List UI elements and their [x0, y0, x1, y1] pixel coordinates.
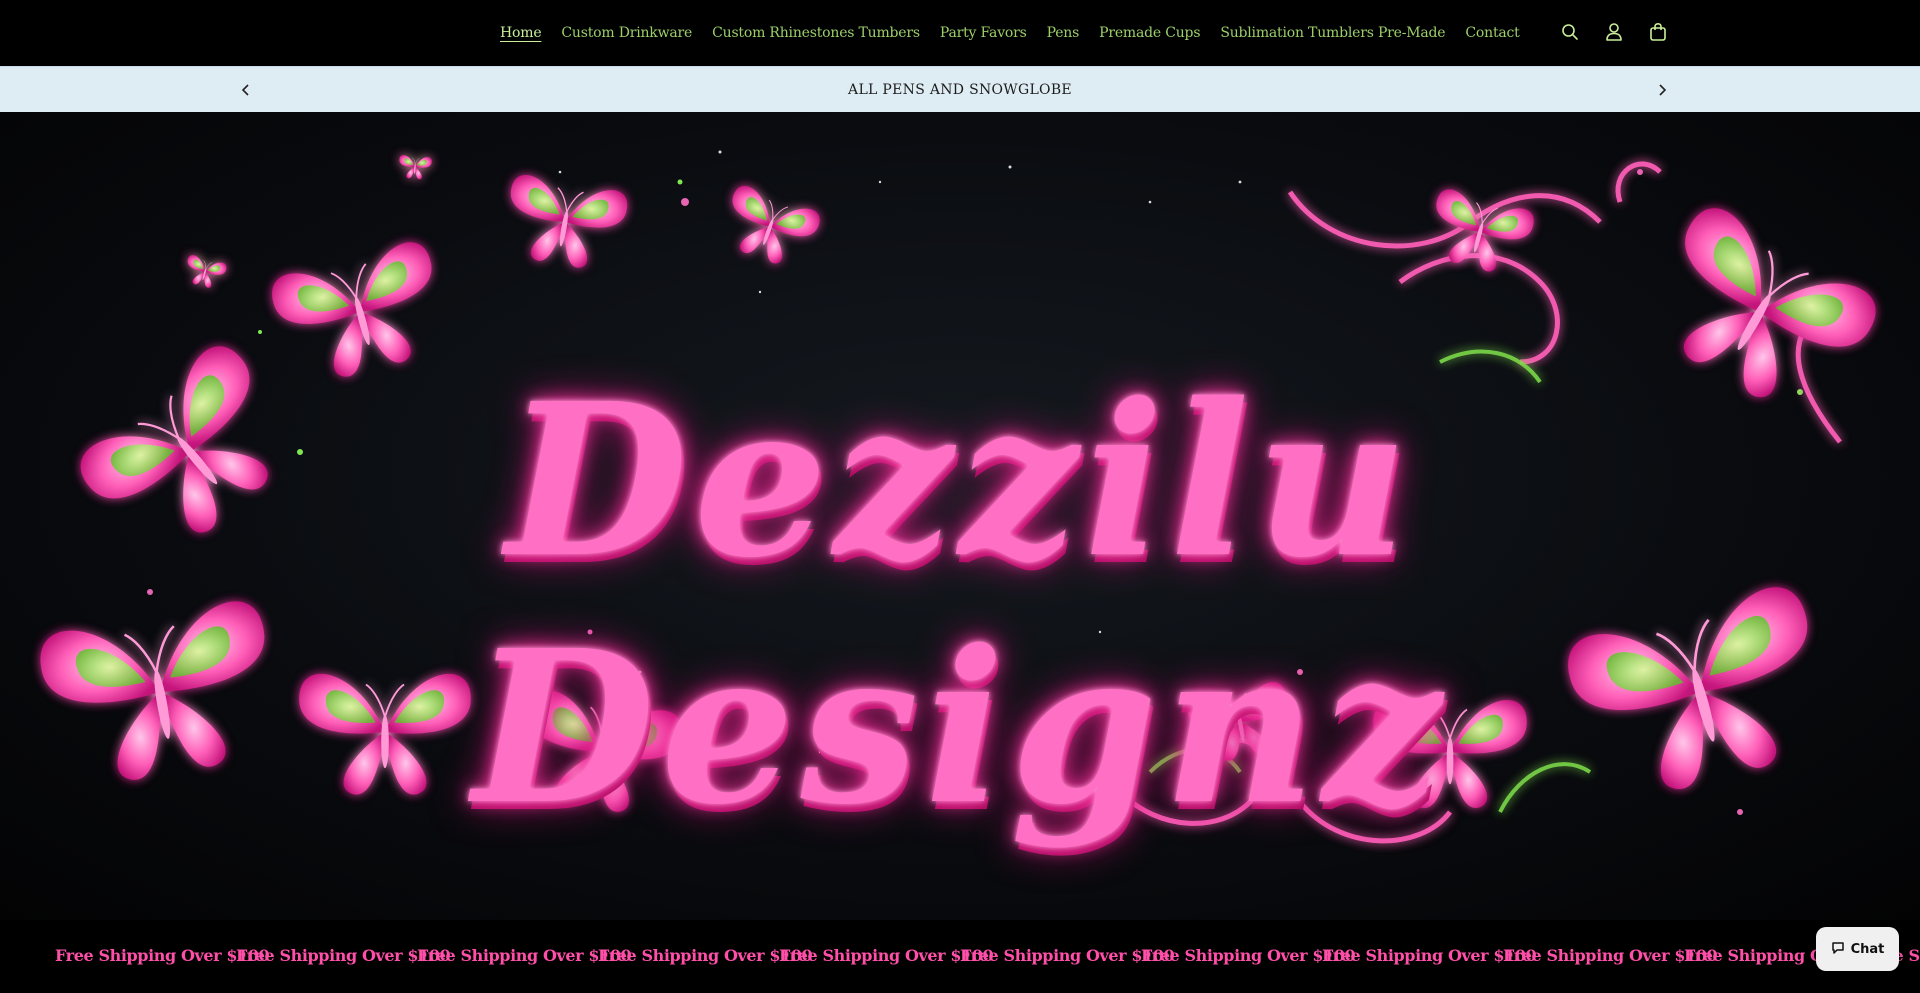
hero-banner: Dezzilu Designz: [0, 112, 1920, 920]
site-header: Home Custom Drinkware Custom Rhinestones…: [0, 0, 1920, 66]
marquee-item: Free Shipping Over $100: [1141, 946, 1356, 965]
marquee-item: Free Shipping Over $100: [236, 946, 451, 965]
chat-button[interactable]: Chat: [1816, 927, 1899, 971]
hero-title: Dezzilu Designz: [472, 357, 1448, 851]
account-icon[interactable]: [1602, 18, 1626, 46]
marquee-item: Free Shipping Over $100: [779, 946, 994, 965]
marquee-item: Free Shipping Over $100: [960, 946, 1175, 965]
marquee-item: Free Shipping Over $100: [1503, 946, 1718, 965]
marquee-track: Free Shipping Over $100 Free Shipping Ov…: [55, 946, 1920, 965]
marquee-item: Free Shipping Over $100: [55, 946, 270, 965]
chat-label: Chat: [1850, 941, 1885, 957]
main-nav: Home Custom Drinkware Custom Rhinestones…: [500, 0, 1520, 66]
announcement-bar: ALL PENS AND SNOWGLOBE: [0, 66, 1920, 112]
nav-item-contact[interactable]: Contact: [1465, 25, 1519, 41]
free-shipping-marquee: Free Shipping Over $100 Free Shipping Ov…: [0, 920, 1920, 993]
marquee-item: Free Shipping Over $100: [417, 946, 632, 965]
chat-bubble-icon: [1831, 940, 1845, 959]
nav-item-pens[interactable]: Pens: [1047, 25, 1080, 41]
nav-item-home[interactable]: Home: [500, 25, 542, 41]
nav-item-premade-cups[interactable]: Premade Cups: [1099, 25, 1200, 41]
marquee-item: Free Shipping Over $100: [598, 946, 813, 965]
nav-item-sublimation-tumblers[interactable]: Sublimation Tumblers Pre-Made: [1220, 25, 1445, 41]
announcement-text[interactable]: ALL PENS AND SNOWGLOBE: [848, 82, 1072, 98]
cart-icon[interactable]: [1646, 18, 1670, 46]
chevron-left-icon[interactable]: [236, 80, 256, 100]
nav-item-custom-drinkware[interactable]: Custom Drinkware: [561, 25, 692, 41]
header-icons: [1558, 18, 1670, 46]
nav-item-party-favors[interactable]: Party Favors: [940, 25, 1027, 41]
search-icon[interactable]: [1558, 18, 1582, 46]
nav-item-custom-rhinestones-tumbers[interactable]: Custom Rhinestones Tumbers: [712, 25, 920, 41]
chevron-right-icon[interactable]: [1652, 80, 1672, 100]
marquee-item: Free Shipping Over $100: [1322, 946, 1537, 965]
